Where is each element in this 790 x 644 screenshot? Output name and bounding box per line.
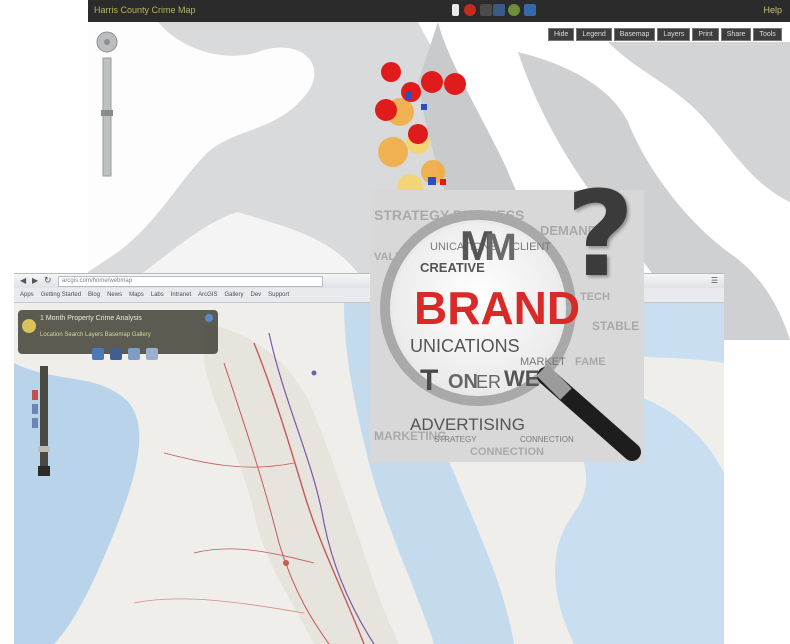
svg-text:FAME: FAME [575,356,606,368]
panel-title: 1 Month Property Crime Analysis [40,315,142,322]
layer-button-1[interactable]: Legend [576,28,612,41]
bookmark-item[interactable]: ArcGIS [196,292,219,298]
layer-button-0[interactable]: Hide [548,28,575,41]
layer-buttons: Hide Legend Basemap Layers Print Share T… [548,28,782,41]
svg-text:UNICATIONS: UNICATIONS [410,336,520,356]
panel-tool-icons [92,348,158,360]
bookmark-item[interactable]: Support [266,292,291,298]
bookmark-item[interactable]: Blog [86,292,102,298]
svg-text:STRATEGY: STRATEGY [434,435,477,444]
bookmark-item[interactable]: Getting Started [39,292,83,298]
svg-text:BRAND: BRAND [414,282,580,334]
print-tool-icon[interactable] [128,348,140,360]
question-mark-icon: ? [566,165,635,303]
back-arrow-icon[interactable]: ◀ [20,276,26,285]
bookmark-item[interactable]: Apps [18,292,36,298]
svg-text:CONNECTION: CONNECTION [470,446,544,458]
bookmark-item[interactable]: Intranet [169,292,193,298]
app-logo-icon [22,319,36,333]
forward-arrow-icon[interactable]: ▶ [32,276,38,285]
bookmark-item[interactable]: News [105,292,124,298]
front-zoom-slider[interactable] [32,366,56,476]
share-tool-icon[interactable] [146,348,158,360]
panel-close-icon[interactable] [205,314,213,322]
layer-button-5[interactable]: Share [720,28,752,41]
svg-text:WE: WE [504,366,539,391]
svg-text:STABLE: STABLE [592,319,639,333]
bookmark-item[interactable]: Labs [149,292,166,298]
svg-text:CONNECTION: CONNECTION [520,435,574,444]
toolbar-icon-red[interactable] [464,4,476,16]
layer-button-4[interactable]: Print [692,28,719,41]
zoom-slider[interactable] [94,30,120,180]
layer-button-2[interactable]: Basemap [613,28,656,41]
help-link[interactable]: Help [763,5,782,15]
toolbar-icon-blue[interactable] [493,4,505,16]
toolbar-icon-gray[interactable] [480,4,492,16]
layer-button-6[interactable]: Tools [753,28,782,41]
basemap-tool-icon[interactable] [110,348,122,360]
svg-text:ER: ER [476,372,501,392]
layer-button-3[interactable]: Layers [657,28,691,41]
bookmark-item[interactable]: Dev [248,292,263,298]
menu-icon[interactable]: ☰ [711,276,718,285]
svg-text:ADVERTISING: ADVERTISING [410,415,525,434]
svg-text:CLIENT: CLIENT [512,241,551,253]
map-titlebar: Harris County Crime Map Help [88,0,790,22]
svg-text:ON: ON [448,371,478,393]
bookmark-item[interactable]: Maps [127,292,146,298]
address-bar[interactable]: arcgis.com/home/webmap [58,276,323,287]
reload-icon[interactable]: ↻ [44,275,52,286]
layers-tool-icon[interactable] [92,348,104,360]
toolbar-icon-white[interactable] [452,4,459,16]
panel-links[interactable]: Location Search Layers Basemap Gallery [40,332,151,338]
bookmark-item[interactable]: Gallery [222,292,245,298]
toolbar-icon-green[interactable] [508,4,520,16]
svg-text:T: T [420,364,438,397]
toolbar-icon-blue2[interactable] [524,4,536,16]
map-title: Harris County Crime Map [94,5,196,15]
